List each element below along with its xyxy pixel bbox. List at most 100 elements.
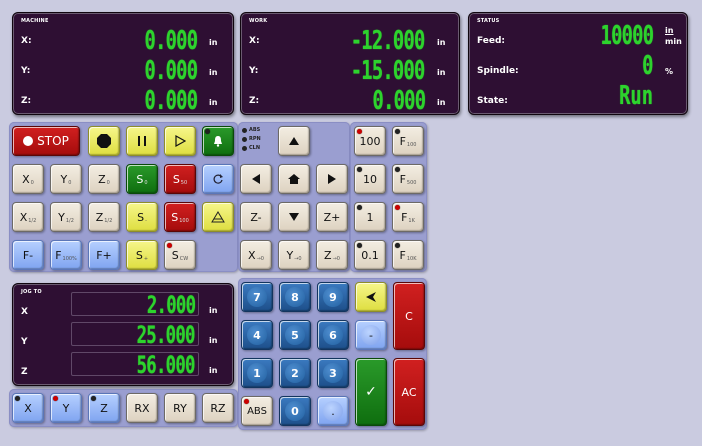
spindle-0-label: S <box>136 172 144 186</box>
key-2[interactable]: 2 <box>279 358 311 388</box>
step-01-button[interactable]: 0.1 <box>354 240 386 270</box>
zero-x-button[interactable]: X0 <box>12 164 44 194</box>
stop-button[interactable]: STOP <box>12 126 80 156</box>
key-4-label: 4 <box>253 328 261 342</box>
axis-rz-button[interactable]: RZ <box>202 393 234 423</box>
axis-z-led <box>91 396 96 401</box>
key-3[interactable]: 3 <box>317 358 349 388</box>
machine-y-label: Y: <box>21 66 31 76</box>
machine-title: MACHINE <box>21 18 49 24</box>
feed-ovr-500-button[interactable]: F 500 <box>392 164 424 194</box>
feed-ovr-1k-sub: 1K <box>408 218 415 224</box>
key-7[interactable]: 7 <box>241 282 273 312</box>
key-6-label: 6 <box>329 328 337 342</box>
axis-z-button[interactable]: Z <box>88 393 120 423</box>
jog-to-title: JOG TO <box>21 289 42 295</box>
axis-ry-button[interactable]: RY <box>164 393 196 423</box>
cln-indicator-led <box>242 146 247 151</box>
goto-z0-label: Z <box>324 248 332 262</box>
jog-y-unit: in <box>209 336 218 345</box>
feed-ovr-1k-button[interactable]: F 1K <box>392 202 424 232</box>
alarm-button[interactable] <box>202 126 234 156</box>
start-button[interactable] <box>164 126 196 156</box>
key-5[interactable]: 5 <box>279 320 311 350</box>
jog-z-unit: in <box>209 366 218 375</box>
half-y-button[interactable]: Y 1/2 <box>50 202 82 232</box>
minus-key[interactable]: - <box>355 320 387 350</box>
feed-ovr-500-sub: 500 <box>406 180 417 186</box>
key-2-face: 2 <box>285 363 305 383</box>
feed-ovr-1k-led <box>395 205 400 210</box>
feed-ovr-100-led <box>395 129 400 134</box>
jog-down-button[interactable] <box>278 202 310 232</box>
work-y-unit: in <box>437 68 446 77</box>
axis-ry-label: RY <box>173 401 187 415</box>
spindle-100-button[interactable]: S 100 <box>164 202 196 232</box>
machine-x-value: 0.000 <box>144 26 197 56</box>
enter-button[interactable]: ✓ <box>355 358 387 426</box>
feed-ovr-10k-button[interactable]: F 10K <box>392 240 424 270</box>
half-x-button[interactable]: X 1/2 <box>12 202 44 232</box>
spindle-minus-button[interactable]: S- <box>126 202 158 232</box>
key-0[interactable]: 0 <box>279 396 311 426</box>
spindle-plus-button[interactable]: S + <box>126 240 158 270</box>
key-6[interactable]: 6 <box>317 320 349 350</box>
feed-100-button[interactable]: F 100% <box>50 240 82 270</box>
pause-button[interactable] <box>126 126 158 156</box>
feed-value: 10000 <box>600 21 653 51</box>
key-9[interactable]: 9 <box>317 282 349 312</box>
axis-rx-button[interactable]: RX <box>126 393 158 423</box>
jog-left-button[interactable] <box>240 164 272 194</box>
spindle-cw-sub: CW <box>179 256 189 262</box>
axis-y-button[interactable]: Y <box>50 393 82 423</box>
step-100-button[interactable]: 100 <box>354 126 386 156</box>
probe-button[interactable] <box>202 202 234 232</box>
step-10-button[interactable]: 10 <box>354 164 386 194</box>
zero-z-button[interactable]: Z0 <box>88 164 120 194</box>
axis-x-button[interactable]: X <box>12 393 44 423</box>
work-z-label: Z: <box>249 96 260 106</box>
key-8[interactable]: 8 <box>279 282 311 312</box>
key-4[interactable]: 4 <box>241 320 273 350</box>
axis-rx-label: RX <box>134 401 150 415</box>
jog-right-button[interactable] <box>316 164 348 194</box>
machine-panel: MACHINE X: 0.000 in Y: 0.000 in Z: 0.000… <box>12 12 234 116</box>
step-100-label: 100 <box>359 134 381 148</box>
goto-z0-button[interactable]: Z →0 <box>316 240 348 270</box>
feed-ovr-100-label: F <box>399 134 406 148</box>
goto-x0-button[interactable]: X →0 <box>240 240 272 270</box>
goto-y0-button[interactable]: Y →0 <box>278 240 310 270</box>
machine-z-label: Z: <box>21 96 32 106</box>
jog-z-plus-button[interactable]: Z+ <box>316 202 348 232</box>
decimal-key[interactable]: . <box>317 396 349 426</box>
half-z-button[interactable]: Z 1/2 <box>88 202 120 232</box>
abs-key[interactable]: ABS <box>241 396 273 426</box>
step-1-button[interactable]: 1 <box>354 202 386 232</box>
spindle-cw-button[interactable]: S CW <box>164 240 196 270</box>
jog-z-minus-button[interactable]: Z- <box>240 202 272 232</box>
feed-minus-button[interactable]: F- <box>12 240 44 270</box>
half-y-sub: 1/2 <box>65 218 74 224</box>
home-button[interactable] <box>278 164 310 194</box>
feed-ovr-100-button[interactable]: F 100 <box>392 126 424 156</box>
spindle-0-button[interactable]: S0 <box>126 164 158 194</box>
key-1[interactable]: 1 <box>241 358 273 388</box>
jog-up-button[interactable] <box>278 126 310 156</box>
stop-label: STOP <box>37 134 69 148</box>
clear-button[interactable]: C <box>393 282 425 350</box>
stop-cycle-button[interactable] <box>88 126 120 156</box>
backspace-button[interactable] <box>355 282 387 312</box>
arrow-down-icon <box>289 213 299 221</box>
axis-z-label: Z <box>100 401 108 415</box>
refresh-button[interactable] <box>202 164 234 194</box>
work-x-label: X: <box>249 36 260 46</box>
feed-plus-button[interactable]: F+ <box>88 240 120 270</box>
axis-x-label: X <box>24 401 32 415</box>
zero-y-button[interactable]: Y0 <box>50 164 82 194</box>
all-clear-button[interactable]: AC <box>393 358 425 426</box>
abs-key-label: ABS <box>247 405 267 417</box>
half-y-label: Y <box>58 210 65 224</box>
step-100-led <box>357 129 362 134</box>
spindle-50-button[interactable]: S 50 <box>164 164 196 194</box>
work-z-value: 0.000 <box>372 86 425 116</box>
